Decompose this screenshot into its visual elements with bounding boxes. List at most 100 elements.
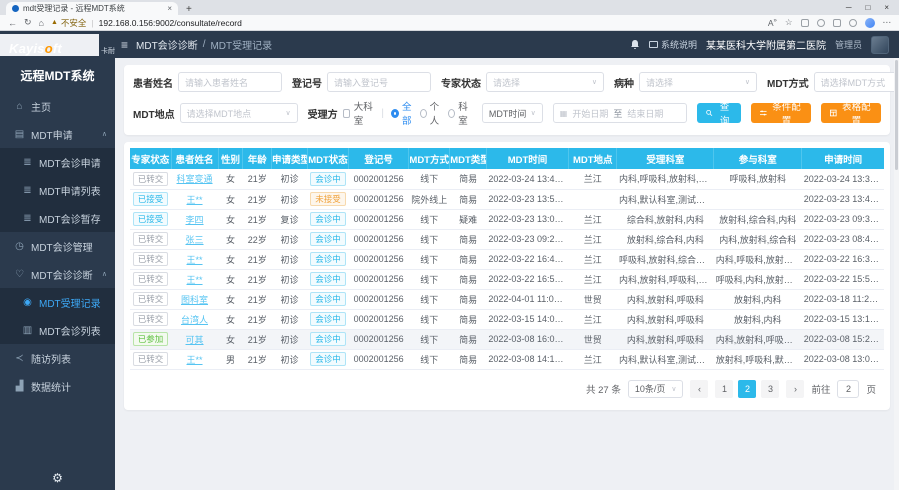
downloads-icon[interactable] — [817, 19, 825, 27]
patient-name-input[interactable]: 请输入患者姓名 — [178, 72, 282, 92]
apps-icon[interactable] — [833, 19, 841, 27]
cell-mdt_mode: 线下 — [409, 269, 450, 289]
favorites-icon[interactable]: ☆ — [785, 17, 793, 28]
cell-mdt_time: 2022-03-23 13:50:00 — [486, 189, 568, 209]
chevron-down-icon: ∨ — [592, 78, 597, 86]
refresh-icon[interactable]: ↻ — [24, 17, 32, 28]
sidebar-item-mdt-consult-diagnosis[interactable]: ♡MDT会诊诊断∧ — [0, 260, 115, 288]
browser-tab[interactable]: mdt受理记录 - 远程MDT系统 × — [6, 2, 178, 15]
status-badge: 会诊中 — [310, 252, 346, 266]
disease-select[interactable]: 请选择∨ — [639, 72, 757, 92]
cell-expert_status: 已接受 — [130, 209, 171, 229]
table-config-button[interactable]: 表格配置 — [821, 103, 881, 123]
cell-name: 李四 — [171, 209, 218, 229]
security-warning[interactable]: ▲ 不安全 — [51, 17, 86, 29]
cell-gender: 女 — [218, 229, 243, 249]
cell-mdt_mode: 线下 — [409, 289, 450, 309]
breadcrumb-parent[interactable]: MDT会诊诊断 — [136, 37, 198, 52]
prev-page-button[interactable]: ‹ — [690, 380, 708, 398]
back-icon[interactable]: ← — [8, 18, 17, 28]
radio-all[interactable]: 全部 — [391, 99, 415, 127]
site-favicon — [12, 5, 19, 12]
patient-name-link[interactable]: 图科室 — [181, 295, 208, 305]
cell-mdt_mode: 线下 — [409, 229, 450, 249]
sidebar-item-mdt-accept-record[interactable]: ◉MDT受理记录 — [0, 288, 115, 316]
collections-icon[interactable] — [801, 19, 809, 27]
sidebar-item-label: MDT会诊暂存 — [39, 211, 101, 226]
patient-name-link[interactable]: 王** — [187, 255, 203, 265]
page-button-2[interactable]: 2 — [738, 380, 756, 398]
sidebar-item-label: 主页 — [31, 99, 51, 114]
cell-mdt_type: 简易 — [450, 349, 487, 369]
brand-logo: Kayisoft 卡耐 — [0, 34, 115, 56]
system-title: 远程MDT系统 — [0, 58, 115, 92]
page-button-1[interactable]: 1 — [715, 380, 733, 398]
record-table-card: 专家状态患者姓名性别年龄申请类型MDT状态登记号MDT方式MDT类型MDT时间M… — [124, 142, 890, 410]
user-avatar[interactable] — [871, 36, 889, 54]
radio-dept[interactable]: 科室 — [448, 99, 472, 127]
sidebar-item-mdt-consult-draft[interactable]: ≣MDT会诊暂存 — [0, 204, 115, 232]
big-dept-checkbox[interactable]: 大科室 — [343, 99, 375, 127]
reg-no-input[interactable]: 请输入登记号 — [327, 72, 431, 92]
url-box[interactable]: ▲ 不安全 | 192.168.0.156:9002/consultate/re… — [51, 17, 761, 29]
cell-gender: 女 — [218, 269, 243, 289]
sidebar-item-mdt-consult-list[interactable]: ▥MDT会诊列表 — [0, 316, 115, 344]
cell-apply_type: 初诊 — [272, 189, 308, 209]
cell-mdt_time: 2022-03-08 14:10:00 — [486, 349, 568, 369]
home-icon[interactable]: ⌂ — [39, 18, 44, 28]
read-aloud-icon[interactable]: A» — [768, 18, 777, 28]
page-button-3[interactable]: 3 — [761, 380, 779, 398]
page-size-select[interactable]: 10条/页∨ — [628, 380, 684, 398]
system-help-link[interactable]: 系统说明 — [649, 38, 697, 51]
heart-icon: ♡ — [14, 269, 25, 280]
condition-config-button[interactable]: 条件配置 — [751, 103, 811, 123]
cell-mdt_type: 简易 — [450, 329, 487, 349]
sidebar-item-mdt-apply[interactable]: ▤MDT申请∧ — [0, 120, 115, 148]
date-range-picker[interactable]: ▦ 开始日期 至 结束日期 — [553, 103, 688, 123]
sidebar-item-mdt-consult-apply[interactable]: ≣MDT会诊申请 — [0, 148, 115, 176]
expert-status-select[interactable]: 请选择∨ — [486, 72, 604, 92]
browser-profile-avatar[interactable] — [865, 18, 875, 28]
radio-personal[interactable]: 个人 — [420, 99, 444, 127]
patient-name-link[interactable]: 王** — [187, 355, 203, 365]
patient-name-link[interactable]: 张三 — [186, 235, 204, 245]
window-maximize-button[interactable]: □ — [865, 3, 870, 12]
table-row: 已转交王**女21岁初诊会诊中0002001256线下简易2022-03-22 … — [130, 269, 884, 289]
time-field-select[interactable]: MDT时间∨ — [482, 103, 543, 123]
patient-name-link[interactable]: 王** — [187, 195, 203, 205]
next-page-button[interactable]: › — [786, 380, 804, 398]
window-minimize-button[interactable]: ─ — [846, 3, 852, 12]
sidebar-item-data-statistics[interactable]: ▟数据统计 — [0, 372, 115, 400]
new-tab-button[interactable]: + — [186, 4, 192, 15]
patient-name-link[interactable]: 李四 — [186, 215, 204, 225]
breadcrumb-current: MDT受理记录 — [210, 37, 272, 52]
sidebar-item-mdt-consult-manage[interactable]: ◷MDT会诊管理 — [0, 232, 115, 260]
search-button[interactable]: 查询 — [697, 103, 741, 123]
settings-gear-icon[interactable]: ⚙ — [0, 471, 115, 485]
expert-status-label: 专家状态 — [441, 75, 481, 90]
radio-icon — [448, 109, 455, 118]
chart-icon: ▟ — [14, 381, 25, 392]
sidebar-item-follow-up-list[interactable]: ≺随访列表 — [0, 344, 115, 372]
cell-mdt_place: 兰江 — [569, 229, 617, 249]
notification-bell-icon[interactable] — [630, 39, 640, 50]
sidebar-item-label: MDT会诊诊断 — [31, 267, 93, 282]
mdt-place-select[interactable]: 请选择MDT地点∨ — [180, 103, 298, 123]
browser-menu-icon[interactable]: ⋯ — [883, 17, 892, 28]
window-close-button[interactable]: × — [884, 3, 889, 12]
page-scrollbar[interactable] — [894, 58, 899, 490]
mdt-mode-select[interactable]: 请选择MDT方式∨ — [814, 72, 899, 92]
goto-page-input[interactable]: 2 — [837, 380, 859, 398]
patient-name-link[interactable]: 王** — [187, 275, 203, 285]
sidebar-item-label: MDT申请列表 — [39, 183, 101, 198]
sidebar-item-label: MDT申请 — [31, 127, 73, 142]
user-role[interactable]: 管理员 — [835, 38, 862, 51]
extensions-icon[interactable] — [849, 19, 857, 27]
sidebar-collapse-icon[interactable]: ≡ — [121, 38, 128, 52]
sidebar-item-mdt-apply-list[interactable]: ≣MDT申请列表 — [0, 176, 115, 204]
sidebar-item-home[interactable]: ⌂主页 — [0, 92, 115, 120]
tab-close-icon[interactable]: × — [167, 4, 172, 13]
patient-name-link[interactable]: 科室变通 — [177, 174, 213, 184]
patient-name-link[interactable]: 可其 — [186, 335, 204, 345]
patient-name-link[interactable]: 台湾人 — [181, 315, 208, 325]
